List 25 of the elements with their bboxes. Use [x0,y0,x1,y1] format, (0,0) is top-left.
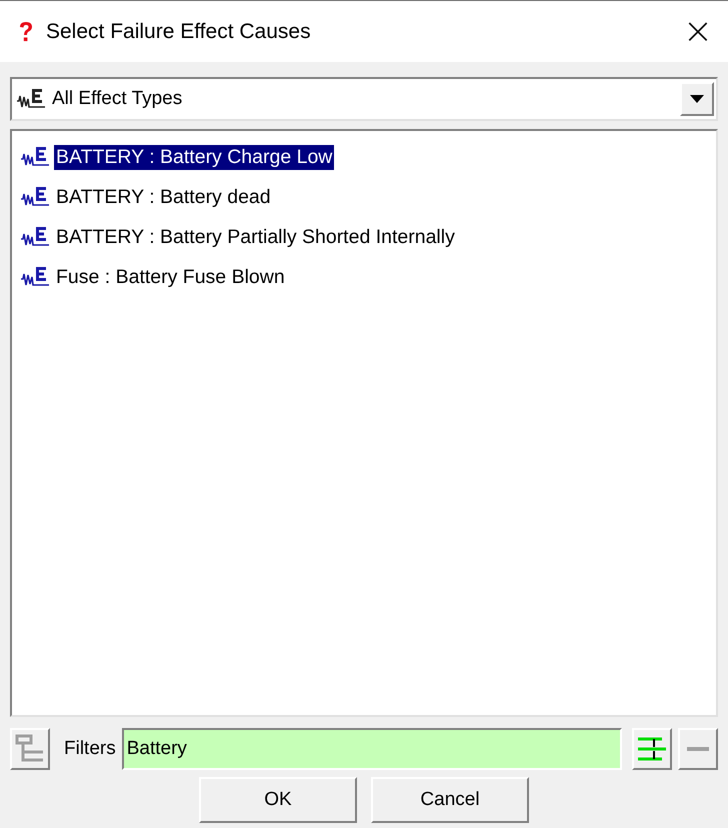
dropdown-arrow-button[interactable] [680,82,714,116]
apply-filter-button[interactable] [632,728,672,770]
dropdown-value: All Effect Types [52,88,184,110]
question-icon [18,20,34,42]
caret-icon [690,95,704,103]
effect-icon [20,265,50,289]
effect-type-dropdown[interactable]: All Effect Types [10,77,718,121]
tree-view-button[interactable] [10,728,50,770]
list-item[interactable]: BATTERY : Battery dead [54,184,273,210]
dialog-button[interactable]: OK [199,777,357,823]
list-item[interactable]: Fuse : Battery Fuse Blown [54,264,287,290]
window-title: Select Failure Effect Causes [46,20,312,44]
effect-icon [20,185,50,209]
tree-icon [15,734,45,764]
remove-filter-button[interactable] [678,728,718,770]
close-button[interactable]: × [668,1,728,62]
list-item[interactable]: BATTERY : Battery Partially Shorted Internally [54,224,457,250]
filters-label: Filters [64,738,116,760]
effect-icon [16,87,46,111]
minus-icon [687,747,709,751]
dialog-button[interactable]: Cancel [371,777,529,823]
effect-icon [20,145,50,169]
list-item[interactable]: BATTERY : Battery Charge Low [54,144,334,170]
filter-input[interactable]: Battery [122,728,622,770]
effect-icon [20,225,50,249]
